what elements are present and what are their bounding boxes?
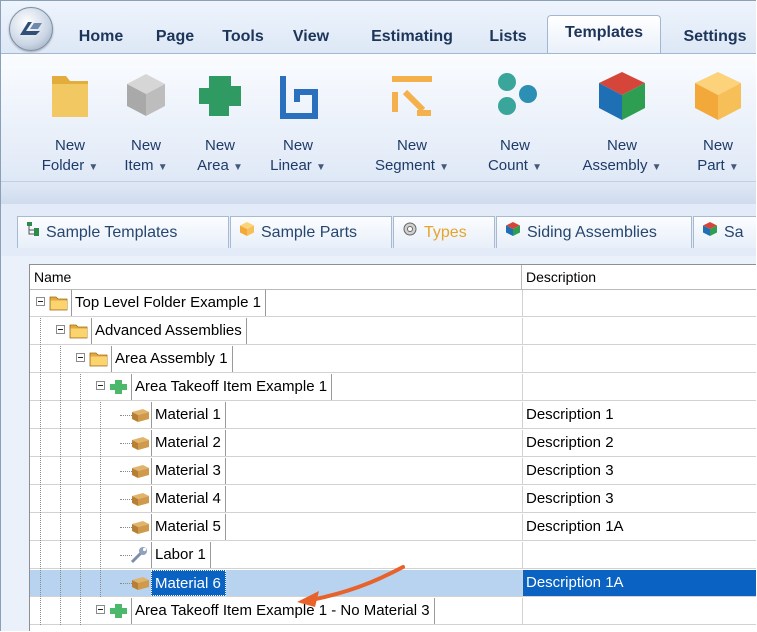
annotation-arrow xyxy=(297,565,405,607)
application-window: Home Page Tools View Estimating Lists Te… xyxy=(0,0,756,631)
